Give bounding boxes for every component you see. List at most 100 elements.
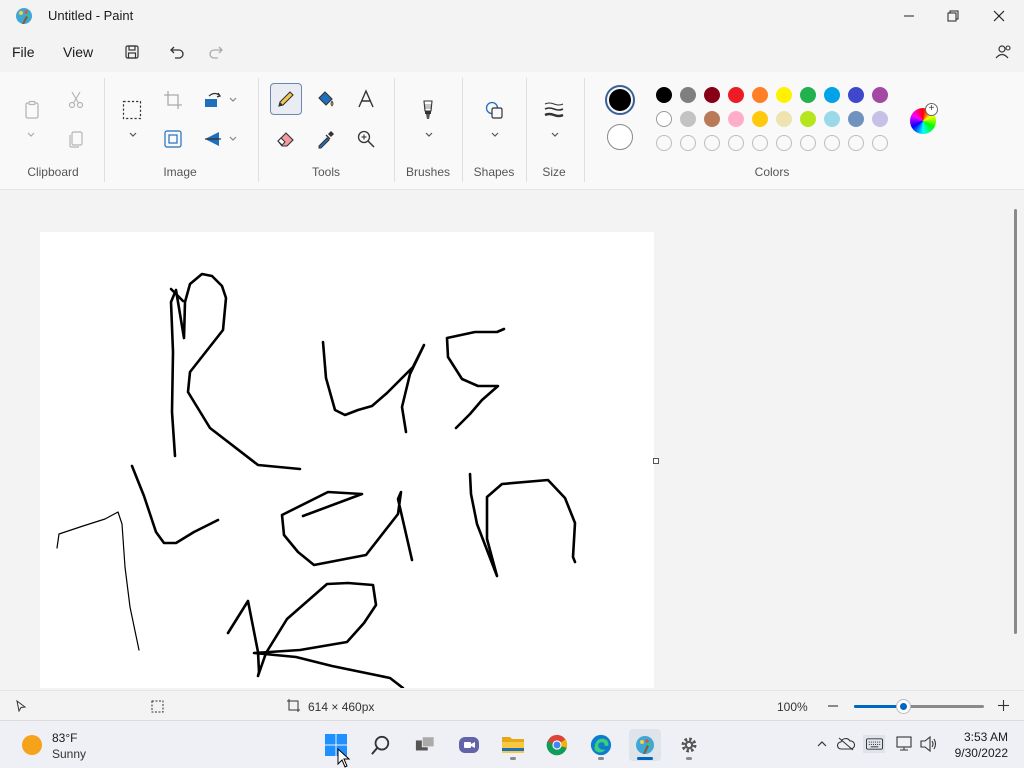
ribbon-separator <box>584 78 585 182</box>
custom-color-slot[interactable] <box>800 135 816 151</box>
magnifier-button[interactable] <box>352 125 380 153</box>
shapes-button[interactable] <box>480 96 508 124</box>
custom-color-slot[interactable] <box>728 135 744 151</box>
eraser-tool-button[interactable] <box>272 125 300 153</box>
network-button[interactable] <box>896 735 914 753</box>
clock-time[interactable]: 3:53 AM <box>962 730 1008 744</box>
zoom-slider-track[interactable] <box>854 705 984 708</box>
primary-color-button[interactable] <box>605 85 635 115</box>
keyboard-icon <box>865 738 883 750</box>
secondary-color-button[interactable] <box>607 124 633 150</box>
paint-taskbar-button[interactable] <box>629 729 661 761</box>
weather-temperature[interactable]: 83°F <box>52 731 77 745</box>
weather-sun-icon[interactable] <box>22 735 42 755</box>
color-swatch[interactable] <box>848 111 864 127</box>
zoom-in-icon[interactable] <box>997 699 1010 712</box>
zoom-slider-thumb[interactable] <box>897 700 911 713</box>
color-swatch[interactable] <box>824 111 840 127</box>
color-swatch[interactable] <box>680 87 696 103</box>
redo-button[interactable] <box>203 40 229 64</box>
flip-button[interactable] <box>199 125 227 153</box>
rotate-button[interactable] <box>199 86 227 114</box>
minimize-button[interactable] <box>886 0 932 32</box>
drawing-canvas[interactable] <box>40 232 654 688</box>
undo-button[interactable] <box>164 40 190 64</box>
custom-color-slot[interactable] <box>848 135 864 151</box>
save-button[interactable] <box>119 40 145 64</box>
crop-icon <box>164 91 182 109</box>
fill-tool-button[interactable] <box>312 85 340 113</box>
color-swatch[interactable] <box>872 111 888 127</box>
custom-color-slot[interactable] <box>656 135 672 151</box>
paste-button[interactable] <box>18 96 46 124</box>
menu-view[interactable]: View <box>63 44 93 60</box>
color-swatch[interactable] <box>656 111 672 127</box>
close-button[interactable] <box>976 0 1022 32</box>
search-button[interactable] <box>365 729 397 761</box>
zoom-in-icon <box>357 130 375 148</box>
color-swatch[interactable] <box>848 87 864 103</box>
color-swatch[interactable] <box>776 111 792 127</box>
color-swatch[interactable] <box>728 111 744 127</box>
account-button[interactable] <box>991 40 1017 64</box>
select-button[interactable] <box>118 96 146 124</box>
chevron-up-icon <box>817 741 827 747</box>
color-swatch[interactable] <box>776 87 792 103</box>
custom-color-slot[interactable] <box>872 135 888 151</box>
custom-color-slot[interactable] <box>704 135 720 151</box>
vertical-scrollbar[interactable] <box>1014 209 1017 634</box>
brushes-button[interactable] <box>414 96 442 124</box>
size-button[interactable] <box>540 96 568 124</box>
restore-button[interactable] <box>930 0 976 32</box>
custom-color-slot[interactable] <box>776 135 792 151</box>
chevron-down-icon <box>551 132 559 137</box>
custom-color-slot[interactable] <box>824 135 840 151</box>
pencil-icon <box>278 91 294 107</box>
paste-icon <box>25 100 39 119</box>
onedrive-button[interactable] <box>837 735 855 753</box>
color-swatch[interactable] <box>656 87 672 103</box>
custom-color-slot[interactable] <box>680 135 696 151</box>
task-view-button[interactable] <box>409 729 441 761</box>
color-swatch[interactable] <box>728 87 744 103</box>
status-bar: 614 × 460px 100% <box>0 690 1024 720</box>
cloud-offline-icon <box>837 737 855 751</box>
file-explorer-button[interactable] <box>497 729 529 761</box>
color-swatch[interactable] <box>752 87 768 103</box>
title-bar: Untitled - Paint <box>0 0 1024 32</box>
volume-button[interactable] <box>920 735 938 753</box>
active-indicator <box>637 757 653 760</box>
touch-keyboard-button[interactable] <box>863 735 885 753</box>
color-picker-button[interactable] <box>312 125 340 153</box>
copy-button[interactable] <box>62 125 90 153</box>
canvas-resize-handle[interactable] <box>653 458 659 464</box>
weather-description[interactable]: Sunny <box>52 747 86 761</box>
settings-button[interactable] <box>673 729 705 761</box>
task-view-icon <box>415 736 435 751</box>
group-label-brushes: Brushes <box>405 165 451 179</box>
color-swatch[interactable] <box>800 87 816 103</box>
text-tool-button[interactable] <box>352 85 380 113</box>
menu-file[interactable]: File <box>12 44 35 60</box>
paint-app-icon <box>14 6 34 26</box>
edge-button[interactable] <box>585 729 617 761</box>
pencil-tool-button[interactable] <box>270 83 302 115</box>
chat-button[interactable] <box>453 729 485 761</box>
cut-button[interactable] <box>62 86 90 114</box>
clock-date[interactable]: 9/30/2022 <box>952 746 1008 760</box>
primary-color-swatch <box>609 89 631 111</box>
color-swatch[interactable] <box>872 87 888 103</box>
color-swatch[interactable] <box>680 111 696 127</box>
show-hidden-icons-button[interactable] <box>813 735 831 753</box>
ribbon: Clipboard Image Tools Brushes Shapes Siz… <box>0 72 1024 190</box>
color-swatch[interactable] <box>800 111 816 127</box>
zoom-out-icon[interactable] <box>827 700 839 712</box>
chrome-button[interactable] <box>541 729 573 761</box>
color-swatch[interactable] <box>704 87 720 103</box>
color-swatch[interactable] <box>704 111 720 127</box>
resize-button[interactable] <box>159 125 187 153</box>
color-swatch[interactable] <box>752 111 768 127</box>
color-swatch[interactable] <box>824 87 840 103</box>
crop-button[interactable] <box>159 86 187 114</box>
custom-color-slot[interactable] <box>752 135 768 151</box>
